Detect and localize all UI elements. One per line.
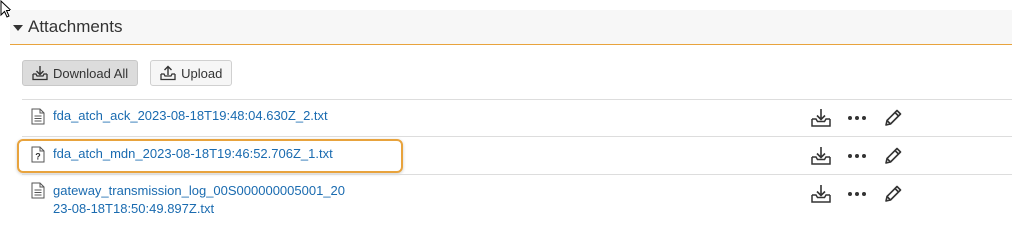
attachment-link[interactable]: fda_atch_ack_2023-08-18T19:48:04.630Z_2.… (53, 107, 328, 125)
unknown-file-icon: ? (31, 146, 45, 163)
attachments-toolbar: Download All Upload (22, 60, 233, 86)
download-tray-icon (32, 66, 48, 81)
download-icon[interactable] (810, 107, 832, 129)
attachments-panel: Attachments Download All Upload fda_atch… (0, 0, 1012, 248)
upload-tray-icon (160, 65, 176, 81)
caret-down-icon[interactable] (13, 25, 23, 31)
upload-label: Upload (181, 65, 223, 81)
attachments-list: fda_atch_ack_2023-08-18T19:48:04.630Z_2.… (17, 99, 1012, 220)
section-title: Attachments (28, 17, 123, 36)
text-file-icon (31, 108, 45, 125)
attachment-row: fda_atch_ack_2023-08-18T19:48:04.630Z_2.… (22, 99, 1012, 136)
attachment-link-line1: gateway_transmission_log_00S000000005001… (53, 183, 346, 198)
svg-text:?: ? (35, 152, 41, 162)
edit-pencil-icon[interactable] (882, 107, 904, 129)
more-options-icon[interactable] (846, 145, 868, 167)
text-file-icon (31, 182, 45, 199)
attachment-link[interactable]: gateway_transmission_log_00S000000005001… (53, 182, 345, 218)
download-icon[interactable] (810, 145, 832, 167)
attachments-section-header[interactable]: Attachments (10, 10, 1012, 45)
more-options-icon[interactable] (846, 183, 868, 205)
row-actions (810, 183, 904, 205)
attachment-row: gateway_transmission_log_00S000000005001… (22, 174, 1012, 220)
row-actions (810, 107, 904, 129)
row-actions (810, 145, 904, 167)
edit-pencil-icon[interactable] (882, 183, 904, 205)
attachment-row: ? fda_atch_mdn_2023-08-18T19:46:52.706Z_… (17, 136, 1012, 174)
download-icon[interactable] (810, 183, 832, 205)
download-all-label: Download All (53, 65, 129, 81)
upload-button[interactable]: Upload (150, 60, 233, 86)
more-options-icon[interactable] (846, 107, 868, 129)
attachment-link-line2: 23-08-18T18:50:49.897Z.txt (53, 201, 215, 216)
download-all-button[interactable]: Download All (22, 60, 139, 86)
attachment-link[interactable]: fda_atch_mdn_2023-08-18T19:46:52.706Z_1.… (53, 145, 333, 163)
edit-pencil-icon[interactable] (882, 145, 904, 167)
